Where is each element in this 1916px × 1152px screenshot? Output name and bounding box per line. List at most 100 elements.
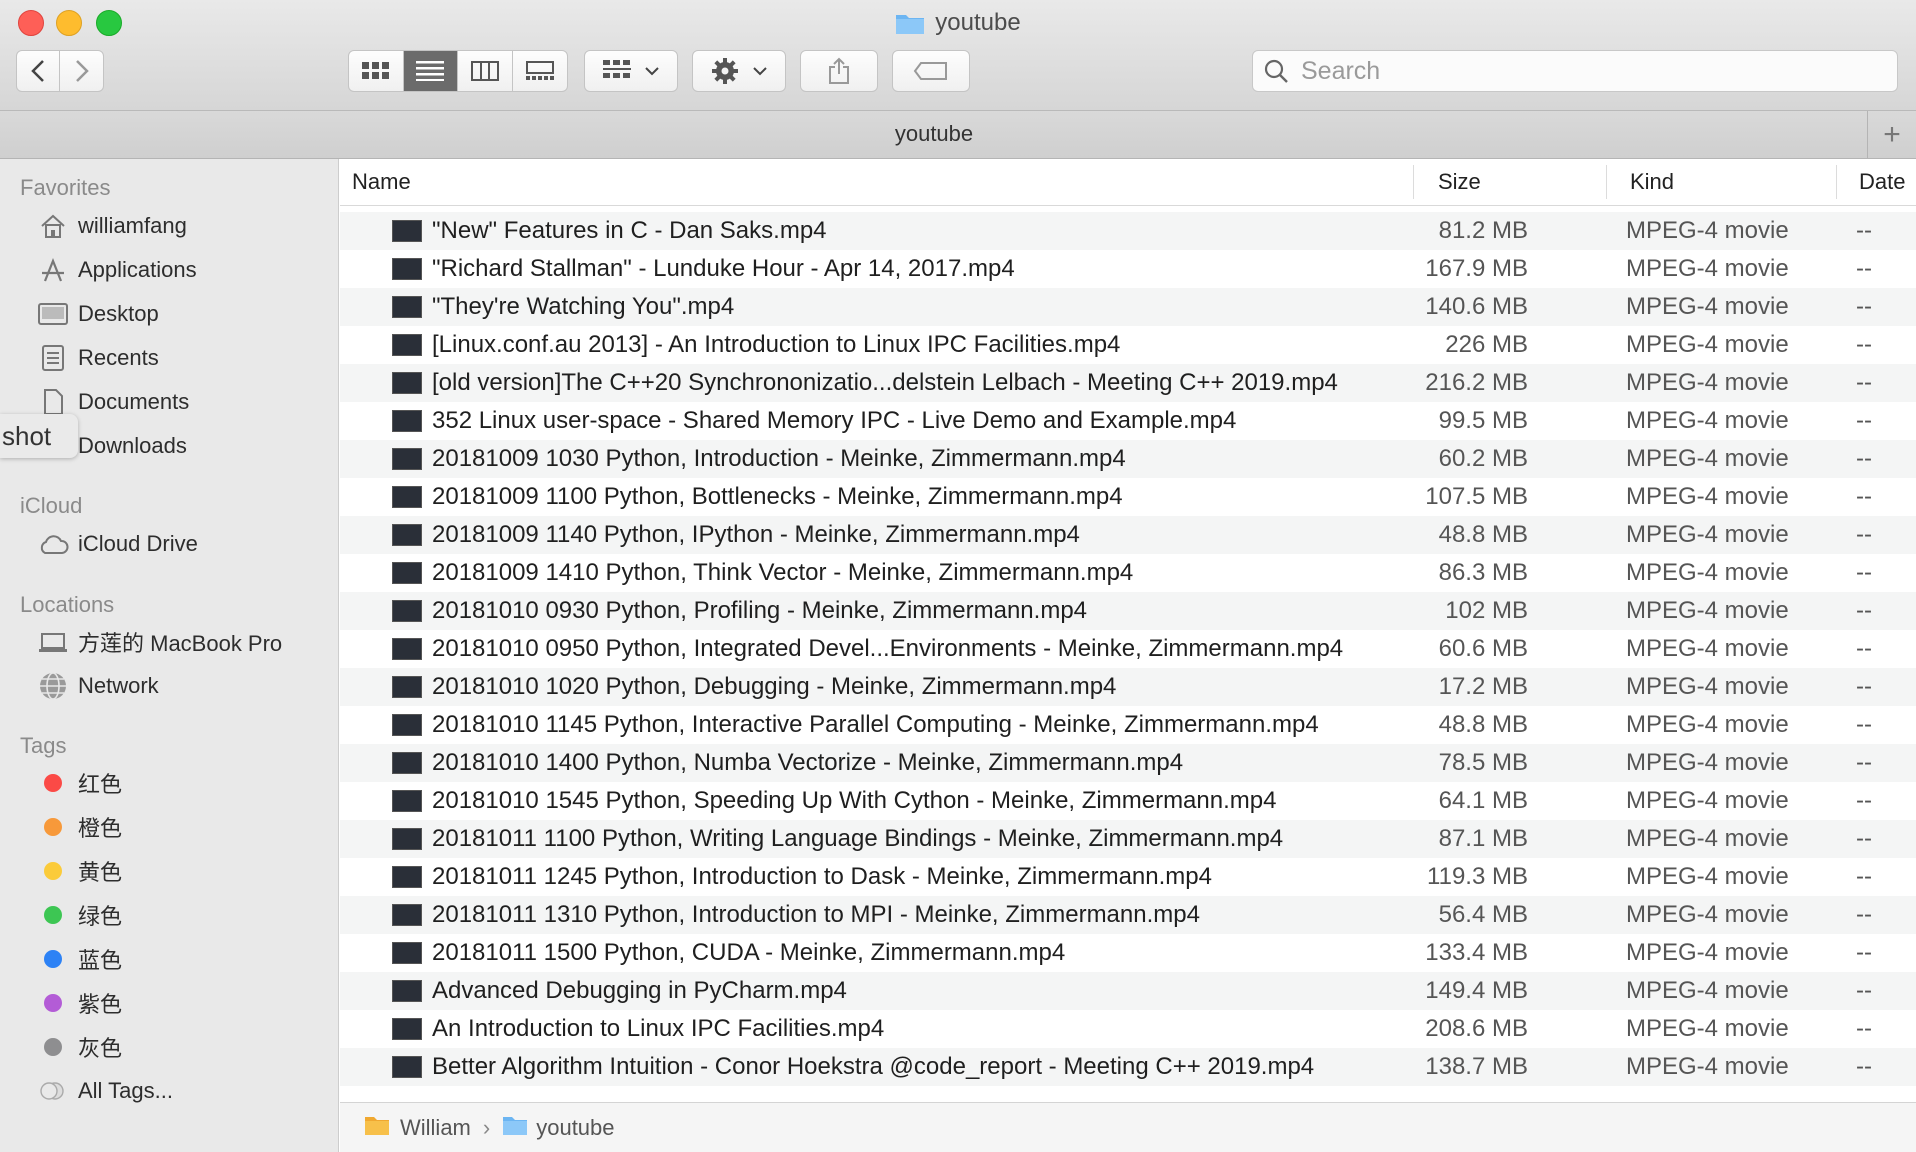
- sidebar-item-recents[interactable]: Recents: [36, 338, 159, 378]
- sidebar-tag-yellow[interactable]: 黄色: [36, 851, 122, 891]
- edit-tags-button[interactable]: [892, 50, 970, 92]
- chevron-down-icon: [753, 67, 767, 76]
- recents-icon: [36, 343, 70, 373]
- file-row[interactable]: 20181010 0930 Python, Profiling - Meinke…: [340, 592, 1916, 630]
- file-row[interactable]: [Linux.conf.au 2013] - An Introduction t…: [340, 326, 1916, 364]
- file-row[interactable]: [old version]The C++20 Synchrononizatio.…: [340, 364, 1916, 402]
- file-size: 87.1 MB: [1438, 825, 1528, 852]
- file-row[interactable]: Advanced Debugging in PyCharm.mp4 149.4 M…: [340, 972, 1916, 1010]
- sidebar-tag-green[interactable]: 绿色: [36, 895, 122, 935]
- file-row[interactable]: 352 Linux user-space - Shared Memory IPC…: [340, 402, 1916, 440]
- file-row[interactable]: 20181010 1545 Python, Speeding Up With C…: [340, 782, 1916, 820]
- file-row[interactable]: 20181010 1020 Python, Debugging - Meinke…: [340, 668, 1916, 706]
- column-header-name[interactable]: Name: [352, 169, 411, 195]
- list-view-button[interactable]: [403, 51, 458, 91]
- file-row[interactable]: 20181010 1400 Python, Numba Vectorize - …: [340, 744, 1916, 782]
- column-divider[interactable]: [1836, 165, 1837, 199]
- column-header-size[interactable]: Size: [1438, 169, 1481, 195]
- file-name: Advanced Debugging in PyCharm.mp4: [432, 977, 847, 1004]
- sidebar-item-label: Desktop: [78, 301, 159, 326]
- file-row[interactable]: An Introduction to Linux IPC Facilities.…: [340, 1010, 1916, 1048]
- gallery-view-button[interactable]: [513, 51, 568, 91]
- file-name: "They're Watching You".mp4: [432, 293, 735, 320]
- file-name: 20181010 0930 Python, Profiling - Meinke…: [432, 597, 1088, 624]
- file-row[interactable]: 20181011 1245 Python, Introduction to Da…: [340, 858, 1916, 896]
- file-name: 352 Linux user-space - Shared Memory IPC…: [432, 407, 1237, 434]
- cloud-icon: [36, 529, 70, 559]
- path-item-youtube[interactable]: youtube: [536, 1115, 614, 1141]
- icon-view-button[interactable]: [349, 51, 404, 91]
- column-header-date[interactable]: Date: [1859, 169, 1905, 195]
- video-thumbnail-icon: [392, 752, 422, 774]
- forward-icon: [75, 60, 89, 82]
- screenshot-tooltip: shot: [0, 414, 78, 458]
- sidebar-tag-gray[interactable]: 灰色: [36, 1027, 122, 1067]
- file-row[interactable]: "Richard Stallman" - Lunduke Hour - Apr …: [340, 250, 1916, 288]
- file-row[interactable]: "New" Features in C - Dan Saks.mp4 81.2 M…: [340, 212, 1916, 250]
- file-row[interactable]: 20181011 1500 Python, CUDA - Meinke, Zim…: [340, 934, 1916, 972]
- file-date: --: [1856, 445, 1872, 472]
- sidebar-item-applications[interactable]: Applications: [36, 250, 197, 290]
- file-name: 20181011 1245 Python, Introduction to Da…: [432, 863, 1212, 890]
- file-kind: MPEG-4 movie: [1626, 977, 1789, 1004]
- forward-button[interactable]: [60, 51, 103, 91]
- sidebar-tag-red[interactable]: 红色: [36, 763, 122, 803]
- sidebar-item-desktop[interactable]: Desktop: [36, 294, 159, 334]
- column-divider[interactable]: [1606, 165, 1607, 199]
- file-date: --: [1856, 939, 1872, 966]
- video-thumbnail-icon: [392, 562, 422, 584]
- tab-youtube[interactable]: youtube: [0, 121, 1868, 147]
- file-row[interactable]: 20181011 1310 Python, Introduction to MP…: [340, 896, 1916, 934]
- sidebar-item-macbook[interactable]: 方莲的 MacBook Pro: [36, 622, 282, 662]
- file-name: 20181010 1545 Python, Speeding Up With C…: [432, 787, 1277, 814]
- column-divider[interactable]: [1413, 165, 1414, 199]
- group-by-button[interactable]: [584, 50, 678, 92]
- file-name: 20181010 0950 Python, Integrated Devel..…: [432, 635, 1344, 662]
- file-date: --: [1856, 407, 1872, 434]
- file-date: --: [1856, 521, 1872, 548]
- action-menu-button[interactable]: [692, 50, 786, 92]
- file-size: 119.3 MB: [1427, 863, 1528, 890]
- file-row[interactable]: 20181009 1030 Python, Introduction - Mei…: [340, 440, 1916, 478]
- network-icon: [36, 671, 70, 701]
- sidebar-tag-orange[interactable]: 橙色: [36, 807, 122, 847]
- video-thumbnail-icon: [392, 980, 422, 1002]
- file-kind: MPEG-4 movie: [1626, 673, 1789, 700]
- file-row[interactable]: 20181009 1100 Python, Bottlenecks - Mein…: [340, 478, 1916, 516]
- file-row[interactable]: "They're Watching You".mp4 140.6 MB MPEG-4…: [340, 288, 1916, 326]
- file-date: --: [1856, 331, 1872, 358]
- file-size: 208.6 MB: [1425, 1015, 1528, 1042]
- file-row[interactable]: 20181010 0950 Python, Integrated Devel..…: [340, 630, 1916, 668]
- file-row[interactable]: 20181010 1145 Python, Interactive Parall…: [340, 706, 1916, 744]
- new-tab-button[interactable]: +: [1867, 111, 1916, 158]
- column-header-kind[interactable]: Kind: [1630, 169, 1674, 195]
- path-item-william[interactable]: William: [400, 1115, 471, 1141]
- video-thumbnail-icon: [392, 258, 422, 280]
- file-row[interactable]: 20181011 1100 Python, Writing Language B…: [340, 820, 1916, 858]
- column-view-button[interactable]: [458, 51, 513, 91]
- file-row[interactable]: 20181009 1140 Python, IPython - Meinke, …: [340, 516, 1916, 554]
- sidebar-all-tags[interactable]: All Tags...: [36, 1071, 173, 1111]
- share-button[interactable]: [800, 50, 878, 92]
- sidebar-item-icloud-drive[interactable]: iCloud Drive: [36, 524, 198, 564]
- file-date: --: [1856, 977, 1872, 1004]
- search-field[interactable]: [1252, 50, 1898, 92]
- file-date: --: [1856, 293, 1872, 320]
- tag-icon: [913, 62, 947, 80]
- sidebar-item-label: 灰色: [78, 1036, 123, 1061]
- sidebar-item-home[interactable]: williamfang: [36, 206, 187, 246]
- video-thumbnail-icon: [392, 790, 422, 812]
- file-size: 17.2 MB: [1438, 673, 1528, 700]
- search-input[interactable]: [1299, 55, 1863, 87]
- gallery-view-icon: [525, 61, 554, 80]
- sidebar-tag-blue[interactable]: 蓝色: [36, 939, 122, 979]
- sidebar-item-label: 绿色: [78, 904, 123, 929]
- sidebar-item-label: Network: [78, 673, 159, 698]
- file-date: --: [1856, 369, 1872, 396]
- sidebar-tag-purple[interactable]: 紫色: [36, 983, 122, 1023]
- file-row[interactable]: 20181009 1410 Python, Think Vector - Mei…: [340, 554, 1916, 592]
- file-row[interactable]: Better Algorithm Intuition - Conor Hoeks…: [340, 1048, 1916, 1086]
- sidebar-item-network[interactable]: Network: [36, 666, 159, 706]
- group-icon: [603, 60, 631, 78]
- back-button[interactable]: [17, 51, 60, 91]
